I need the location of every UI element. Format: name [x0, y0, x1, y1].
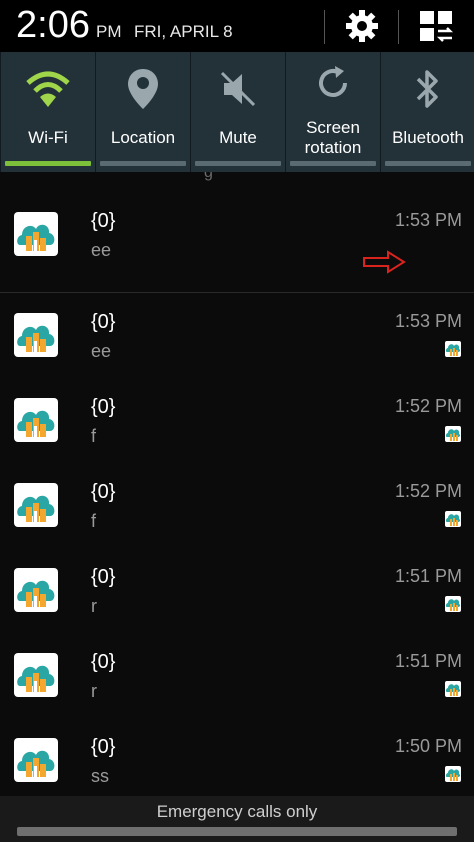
small-app-icon [445, 341, 461, 357]
emergency-calls-text: Emergency calls only [156, 802, 318, 821]
notification-body: ee [91, 341, 112, 361]
partial-notification: g [0, 172, 474, 193]
bluetooth-state-bar [385, 161, 471, 166]
notification-time: 1:52 PM [394, 481, 462, 501]
small-app-icon [445, 596, 461, 612]
notification-item[interactable]: {0} ee 1:53 PM [0, 293, 474, 379]
notification-item[interactable]: {0} f 1:52 PM [0, 463, 474, 549]
divider [324, 10, 325, 44]
location-toggle[interactable]: Location [95, 52, 190, 172]
notification-item[interactable]: {0} ss 1:50 PM [0, 718, 474, 796]
notification-time: 1:53 PM [394, 210, 462, 230]
mute-icon [191, 66, 285, 112]
small-app-icon [445, 681, 461, 697]
bluetooth-label: Bluetooth [392, 128, 464, 147]
screen-rotation-label-line2: rotation [304, 138, 362, 157]
rotation-icon [286, 60, 380, 106]
screen-rotation-label-line1: Screen [306, 118, 360, 137]
wifi-state-bar [5, 161, 91, 166]
notification-item[interactable]: {0} f 1:52 PM [0, 378, 474, 464]
notification-body: ee [91, 240, 112, 260]
clock-ampm: PM [96, 22, 122, 41]
notification-time: 1:52 PM [394, 396, 462, 416]
notification-title: {0} [91, 736, 116, 758]
notification-time: 1:53 PM [394, 311, 462, 331]
location-label: Location [110, 128, 176, 147]
status-bar: 2:06 PM FRI, APRIL 8 [0, 0, 474, 52]
status-date: FRI, APRIL 8 [134, 22, 233, 41]
notification-time: 1:51 PM [394, 651, 462, 671]
notification-time: 1:50 PM [394, 736, 462, 756]
small-app-icon [445, 766, 461, 782]
notification-body: r [91, 596, 97, 616]
notification-footer: Emergency calls only [0, 796, 474, 842]
notification-title: {0} [91, 396, 116, 418]
app-icon [14, 313, 58, 357]
screen-rotation-state-bar [290, 161, 376, 166]
wifi-toggle[interactable]: Wi-Fi [0, 52, 95, 172]
app-icon [14, 483, 58, 527]
grid-settings-icon [420, 11, 454, 42]
app-icon [14, 653, 58, 697]
notification-item[interactable]: {0} r 1:51 PM [0, 548, 474, 634]
notification-title: {0} [91, 311, 116, 333]
gear-icon [346, 10, 378, 42]
notification-body: f [91, 511, 97, 531]
app-icon [14, 738, 58, 782]
small-app-icon [445, 511, 461, 527]
swipe-arrow-icon [363, 250, 406, 274]
drawer-handle[interactable] [17, 827, 457, 836]
clock-time: 2:06 [16, 4, 90, 46]
app-icon [14, 568, 58, 612]
small-app-icon [445, 426, 461, 442]
notification-title: {0} [91, 651, 116, 673]
mute-state-bar [195, 161, 281, 166]
app-icon [14, 398, 58, 442]
location-pin-icon [96, 66, 190, 112]
bluetooth-icon [381, 66, 474, 112]
app-icon [14, 212, 58, 256]
notification-title: {0} [91, 566, 116, 588]
partial-notification-text: g [204, 172, 213, 181]
wifi-label: Wi-Fi [28, 128, 68, 147]
notification-item[interactable]: {0} r 1:51 PM [0, 633, 474, 719]
notification-list[interactable]: g {0} ee 1:53 PM {0} ee 1:53 PM {0} f 1:… [0, 172, 474, 796]
settings-button[interactable] [336, 6, 388, 46]
notification-body: f [91, 426, 97, 446]
notification-item[interactable]: {0} ee 1:53 PM [0, 192, 474, 293]
notification-title: {0} [91, 481, 116, 503]
bluetooth-toggle[interactable]: Bluetooth [380, 52, 474, 172]
location-state-bar [100, 161, 186, 166]
mute-toggle[interactable]: Mute [190, 52, 285, 172]
quick-settings-grid-button[interactable] [410, 6, 462, 46]
notification-time: 1:51 PM [394, 566, 462, 586]
mute-label: Mute [219, 128, 257, 147]
screen-rotation-toggle[interactable]: Screen rotation [285, 52, 380, 172]
divider [398, 10, 399, 44]
notification-body: r [91, 681, 97, 701]
notification-title: {0} [91, 210, 116, 232]
notification-body: ss [91, 766, 109, 786]
wifi-icon [1, 66, 95, 112]
quick-settings-panel: Wi-Fi Location Mute Screen rotation Blue… [0, 52, 474, 172]
